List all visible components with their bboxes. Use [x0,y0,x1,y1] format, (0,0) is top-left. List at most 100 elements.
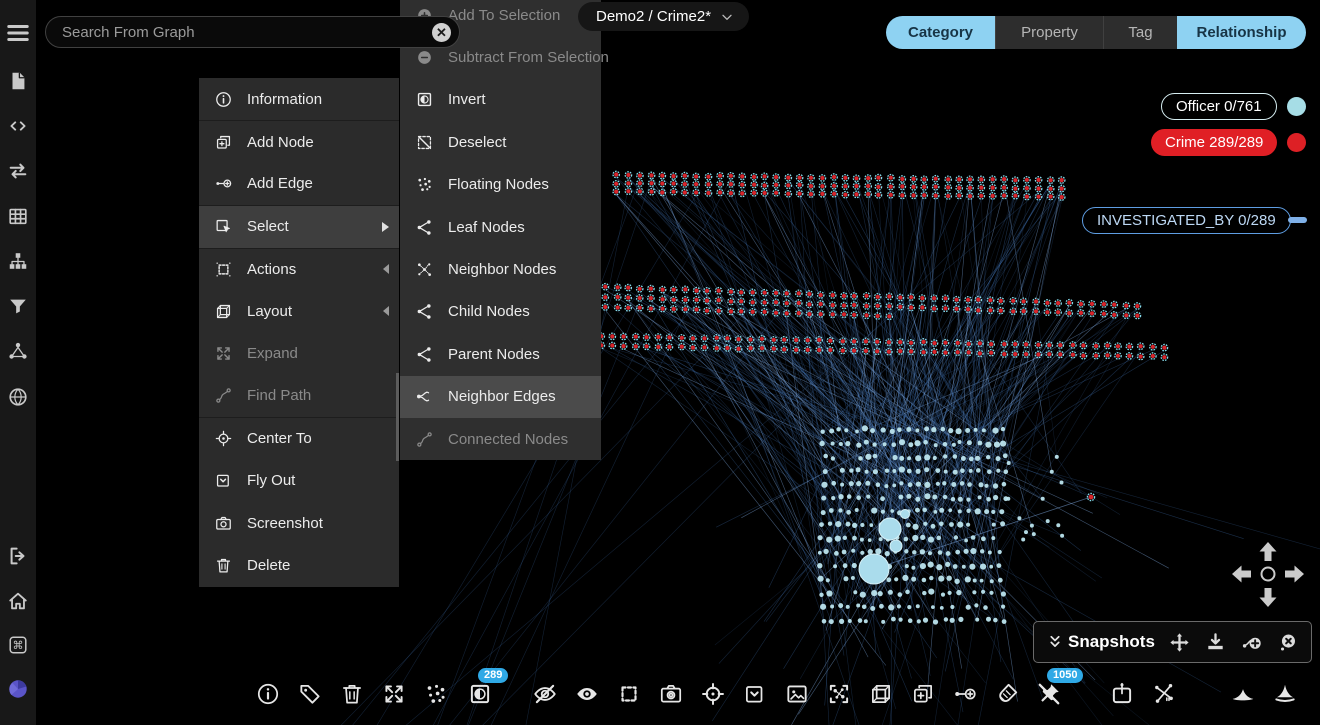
toolbar-eye-off-button[interactable] [528,677,562,711]
command-icon: ⌘ [7,634,29,656]
search-clear-button[interactable]: ✕ [432,23,451,42]
menu-item-information[interactable]: Information [199,78,399,120]
sidebar-hierarchy-button[interactable] [7,250,29,272]
officer-color-dot[interactable] [1287,97,1306,116]
menu-item-layout[interactable]: Layout [199,290,399,332]
tab-relationship[interactable]: Relationship [1177,16,1306,49]
sidebar-table-button[interactable] [7,205,29,227]
sidebar-transform-button[interactable] [7,160,29,182]
crosshair-icon [700,681,726,707]
pan-up-arrow[interactable] [1260,542,1277,561]
snapshots-node-plus-button[interactable] [1240,631,1263,654]
dashed-square-icon [616,681,642,707]
tab-tag[interactable]: Tag [1103,16,1177,49]
toolbar-brush-button[interactable] [990,677,1024,711]
toolbar-add-node-button[interactable] [906,677,940,711]
pan-down-arrow[interactable] [1260,588,1277,607]
menu-item-fly-out[interactable]: Fly Out [199,460,399,502]
investigated-by-color-dash[interactable] [1288,217,1307,223]
toolbar-pin-off-button[interactable]: 1050 [1032,677,1066,711]
sidebar: ⌘ [0,0,36,725]
actions-grid-icon [214,260,233,279]
logo-sphere-icon [7,678,29,700]
double-chevron-down-icon[interactable] [1046,633,1064,651]
pan-center-circle[interactable] [1262,568,1275,581]
menu-item-center-to[interactable]: Center To [199,417,399,459]
toolbar-camera-button[interactable] [654,677,688,711]
toolbar-nodes-bracket-button[interactable] [822,677,856,711]
toolbar-flatten-button[interactable] [1226,677,1260,711]
toolbar-cut-edges-button[interactable] [1147,677,1181,711]
menu-item-actions[interactable]: Actions [199,248,399,290]
toolbar-invert-button[interactable]: 289 [463,677,497,711]
toolbar-floating-nodes-button[interactable] [419,677,453,711]
menu-item-floating-nodes[interactable]: Floating Nodes [400,164,601,206]
snapshots-move-button[interactable] [1168,631,1191,654]
snapshots-actions [1168,631,1299,654]
menu-item-add-edge[interactable]: Add Edge [199,163,399,205]
circle-x-icon [1276,631,1299,654]
toolbar-image-button[interactable] [780,677,814,711]
toolbar-fly-out-button[interactable] [738,677,772,711]
menu-item-select[interactable]: Select [199,205,399,247]
project-selector[interactable]: Demo2 / Crime2* [578,2,749,31]
tab-property[interactable]: Property [995,16,1103,49]
graph-canvas[interactable] [0,0,1320,725]
filter-icon [7,295,29,317]
menu-item-child-nodes[interactable]: Child Nodes [400,291,601,333]
toolbar-cone-button[interactable] [1268,677,1302,711]
sidebar-logo-button[interactable] [7,678,29,700]
network-icon [7,340,29,362]
menu-item-invert[interactable]: Invert [400,79,601,121]
menu-item-screenshot[interactable]: Screenshot [199,502,399,544]
share-icon [415,302,434,321]
sidebar-documents-button[interactable] [7,70,29,92]
legend-category-officer[interactable]: Officer 0/761 [1161,93,1277,120]
sidebar-shortcuts-button[interactable]: ⌘ [7,634,29,656]
pan-left-arrow[interactable] [1232,566,1251,583]
crime-color-dot[interactable] [1287,133,1306,152]
snapshots-circle-x-button[interactable] [1276,631,1299,654]
sidebar-code-button[interactable] [7,115,29,137]
sidebar-geo-button[interactable] [7,386,29,408]
toolbar-tag-button[interactable] [293,677,327,711]
toolbar-trash-button[interactable] [335,677,369,711]
tab-category[interactable]: Category [886,16,995,49]
menu-item-label: Select [247,218,382,235]
sidebar-home-button[interactable] [7,590,29,612]
toolbar-crosshair-button[interactable] [696,677,730,711]
minus-circle-icon [415,48,434,67]
toolbar-info-circle-button[interactable] [251,677,285,711]
menu-item-leaf-nodes[interactable]: Leaf Nodes [400,206,601,248]
sidebar-graph-view-button[interactable] [7,340,29,362]
snapshots-download-button[interactable] [1204,631,1227,654]
sidebar-menu-button[interactable] [5,20,31,46]
menu-item-add-node[interactable]: Add Node [199,120,399,162]
toolbar-dashed-square-button[interactable] [612,677,646,711]
floating-nodes-icon [423,681,449,707]
screenshot-icon [214,514,233,533]
context-menu-scrollbar[interactable] [396,373,399,461]
menu-item-neighbor-nodes[interactable]: Neighbor Nodes [400,248,601,290]
pan-right-arrow[interactable] [1285,566,1304,583]
menu-item-label: Leaf Nodes [448,219,601,236]
toolbar-board-pin-button[interactable] [1105,677,1139,711]
chevron-down-icon [719,9,735,25]
legend-relationship-investigated-by[interactable]: INVESTIGATED_BY 0/289 [1082,207,1291,234]
menu-item-deselect[interactable]: Deselect [400,121,601,163]
sidebar-filter-button[interactable] [7,295,29,317]
toolbar-eye-button[interactable] [570,677,604,711]
expand-arrows-icon [214,344,233,363]
pan-dpad[interactable] [1228,536,1308,614]
sidebar-sign-out-button[interactable] [7,545,29,567]
cut-edges-icon [1151,681,1177,707]
toolbar-add-edge-button[interactable] [948,677,982,711]
search-input[interactable] [46,24,432,41]
menu-item-parent-nodes[interactable]: Parent Nodes [400,333,601,375]
menu-item-delete[interactable]: Delete [199,544,399,586]
menu-item-neighbor-edges[interactable]: Neighbor Edges [400,376,601,418]
close-icon: ✕ [436,26,447,39]
toolbar-expand-arrows-button[interactable] [377,677,411,711]
legend-category-crime[interactable]: Crime 289/289 [1151,129,1277,156]
toolbar-cube-button[interactable] [864,677,898,711]
